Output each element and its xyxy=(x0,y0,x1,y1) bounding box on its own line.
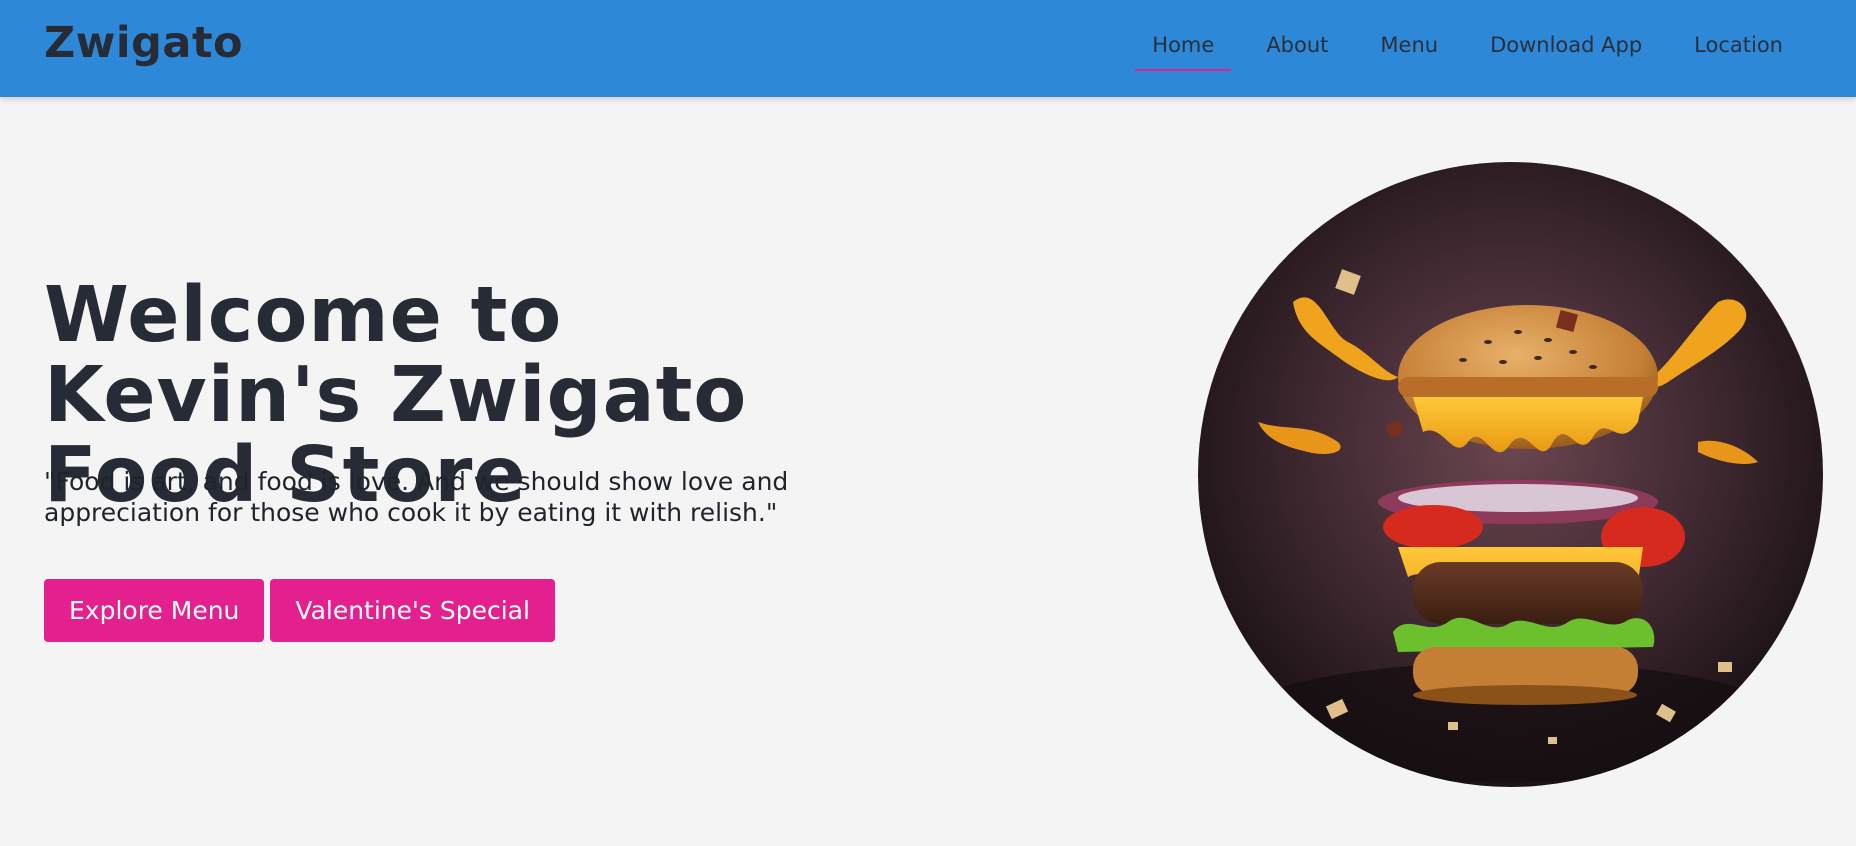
hero-quote: "Food is art, and food is love. And we s… xyxy=(44,467,789,527)
nav-link-home[interactable]: Home xyxy=(1135,34,1232,71)
brand-logo[interactable]: Zwigato xyxy=(44,18,243,68)
nav-link-download-app[interactable]: Download App xyxy=(1473,34,1659,56)
valentines-special-button[interactable]: Valentine's Special xyxy=(270,579,555,642)
burger-hero-image xyxy=(1198,162,1823,787)
hero-buttons: Explore Menu Valentine's Special xyxy=(44,579,561,642)
explore-menu-button[interactable]: Explore Menu xyxy=(44,579,265,642)
navbar: Zwigato Home About Menu Download App Loc… xyxy=(0,0,1856,97)
nav-link-location[interactable]: Location xyxy=(1677,34,1800,56)
burger-illustration xyxy=(1198,162,1823,787)
nav-link-about[interactable]: About xyxy=(1249,34,1345,56)
nav-links: Home About Menu Download App Location xyxy=(1117,0,1800,90)
nav-link-menu[interactable]: Menu xyxy=(1363,34,1455,56)
